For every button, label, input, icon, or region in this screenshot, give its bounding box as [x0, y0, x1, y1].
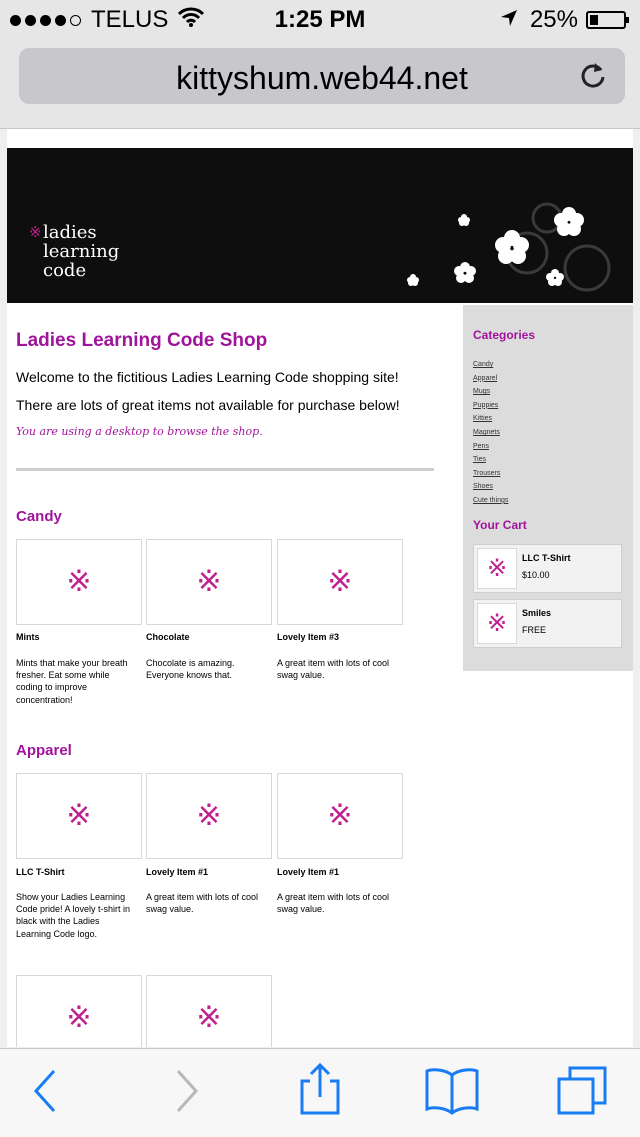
product-thumbnail-icon: ※ [477, 603, 517, 644]
product-image[interactable]: ※ [277, 539, 403, 625]
product-placeholder-icon: ※ [327, 565, 353, 598]
product-name[interactable]: Mints [16, 632, 136, 642]
status-right: 25% [500, 6, 629, 34]
cart-item-name: Smiles [522, 608, 552, 618]
cart-item[interactable]: ※ LLC T-Shirt $10.00 [473, 544, 622, 593]
product-placeholder-icon: ※ [196, 799, 222, 832]
logo-line: ladies [43, 222, 97, 243]
product-image[interactable]: ※ [146, 975, 272, 1047]
product-placeholder-icon: ※ [196, 1001, 222, 1034]
product-description: A great item with lots of cool swag valu… [277, 892, 390, 915]
site-banner: ※ ladies learning code [7, 148, 633, 303]
sidebar: Categories Candy Apparel Mugs Puppies Ki… [463, 305, 633, 671]
product-name[interactable]: Lovely Item #1 [146, 867, 266, 877]
product-description: Chocolate is amazing. Everyone knows tha… [146, 658, 235, 681]
reload-icon[interactable] [579, 60, 607, 95]
product-description: Mints that make your breath fresher. Eat… [16, 658, 128, 705]
browser-address-area: kittyshum.web44.net [0, 40, 640, 129]
category-list: Candy Apparel Mugs Puppies Kitties Magne… [473, 358, 508, 508]
intro-text: There are lots of great items not availa… [16, 397, 400, 413]
device-note: You are using a desktop to browse the sh… [16, 425, 263, 438]
category-link[interactable]: Magnets [473, 426, 508, 440]
category-link[interactable]: Trousers [473, 467, 508, 481]
product-placeholder-icon: ※ [66, 799, 92, 832]
product-image[interactable]: ※ [146, 773, 272, 859]
product-placeholder-icon: ※ [66, 1001, 92, 1034]
welcome-text: Welcome to the fictitious Ladies Learnin… [16, 369, 399, 385]
product-image[interactable]: ※ [16, 975, 142, 1047]
product-placeholder-icon: ※ [327, 799, 353, 832]
cart-item-price: FREE [522, 625, 547, 635]
product-image[interactable]: ※ [146, 539, 272, 625]
product-name[interactable]: Chocolate [146, 632, 266, 642]
cart-item[interactable]: ※ Smiles FREE [473, 599, 622, 648]
product-name[interactable]: LLC T-Shirt [16, 867, 136, 877]
category-link[interactable]: Cute things [473, 494, 508, 508]
battery-icon [586, 11, 629, 29]
cart-item-name: LLC T-Shirt [522, 553, 571, 563]
divider [16, 468, 434, 471]
category-link[interactable]: Mugs [473, 385, 508, 399]
logo-line: code [43, 260, 87, 281]
product-description: Show your Ladies Learning Code pride! A … [16, 892, 131, 939]
product-placeholder-icon: ※ [66, 565, 92, 598]
page-title: Ladies Learning Code Shop [16, 330, 268, 351]
tabs-icon[interactable] [556, 1065, 608, 1122]
section-heading-candy: Candy [16, 508, 62, 525]
product-description: A great item with lots of cool swag valu… [146, 892, 259, 915]
category-link[interactable]: Ties [473, 453, 508, 467]
cart-item-price: $10.00 [522, 570, 550, 580]
product-placeholder-icon: ※ [196, 565, 222, 598]
category-link[interactable]: Pens [473, 440, 508, 454]
categories-heading: Categories [473, 328, 536, 342]
flowers-decoration-icon [407, 202, 611, 292]
product-image[interactable]: ※ [277, 773, 403, 859]
back-chevron-icon[interactable] [30, 1065, 60, 1122]
logo-line: learning [43, 241, 120, 262]
category-link[interactable]: Apparel [473, 372, 508, 386]
product-image[interactable]: ※ [16, 539, 142, 625]
product-description: A great item with lots of cool swag valu… [277, 658, 390, 681]
share-icon[interactable] [298, 1061, 342, 1122]
category-link[interactable]: Kitties [473, 412, 508, 426]
category-link[interactable]: Candy [473, 358, 508, 372]
product-name[interactable]: Lovely Item #3 [277, 632, 397, 642]
section-heading-apparel: Apparel [16, 742, 72, 759]
status-bar: TELUS 1:25 PM 25% [0, 0, 640, 40]
location-arrow-icon [500, 6, 518, 34]
battery-percent: 25% [529, 6, 578, 33]
product-name[interactable]: Lovely Item #1 [277, 867, 397, 877]
product-image[interactable]: ※ [16, 773, 142, 859]
category-link[interactable]: Shoes [473, 480, 508, 494]
browser-toolbar [0, 1048, 640, 1137]
cart-heading: Your Cart [473, 518, 527, 532]
forward-chevron-icon[interactable] [172, 1065, 202, 1122]
category-link[interactable]: Puppies [473, 399, 508, 413]
bookmarks-book-icon[interactable] [424, 1067, 480, 1122]
product-thumbnail-icon: ※ [477, 548, 517, 589]
site-logo[interactable]: ※ ladies learning code [29, 223, 119, 280]
address-bar[interactable]: kittyshum.web44.net [19, 48, 625, 104]
web-page: ※ ladies learning code Categories Candy … [7, 129, 633, 1047]
url-text[interactable]: kittyshum.web44.net [19, 60, 625, 97]
logo-mark-icon: ※ [29, 223, 42, 241]
